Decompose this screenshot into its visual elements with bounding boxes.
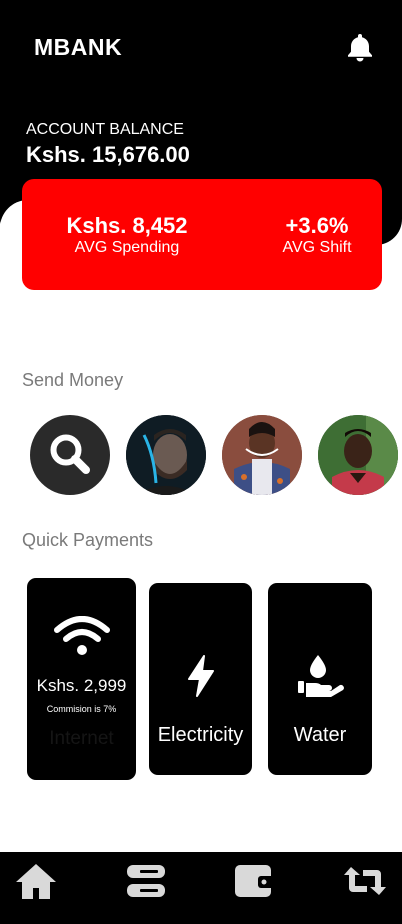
search-contact-button[interactable]: [30, 415, 110, 495]
cards-icon[interactable]: [124, 861, 168, 901]
water-label: Water: [293, 724, 347, 746]
internet-payment-card[interactable]: Kshs. 2,999 Commision is 7% Internet: [27, 578, 136, 780]
water-payment-card[interactable]: Water: [268, 583, 372, 775]
avg-spending-label: AVG Spending: [74, 239, 180, 256]
contact-avatar-2[interactable]: [222, 415, 302, 495]
avg-spending-stat: Kshs. 8,452 AVG Spending: [52, 213, 202, 257]
app-brand: MBANK: [34, 34, 123, 60]
person-photo: [318, 415, 398, 495]
send-money-title: Send Money: [22, 370, 124, 390]
avg-spending-value: Kshs. 8,452: [66, 213, 188, 238]
stats-card: Kshs. 8,452 AVG Spending +3.6% AVG Shift: [22, 179, 382, 290]
contact-avatar-1[interactable]: [126, 415, 206, 495]
water-hand-icon: [298, 655, 344, 697]
bottom-navigation: [0, 852, 402, 924]
person-photo: [126, 415, 206, 495]
avg-shift-label: AVG Shift: [282, 239, 352, 256]
transfer-icon[interactable]: [343, 861, 387, 901]
person-photo: [222, 415, 302, 495]
avg-shift-stat: +3.6% AVG Shift: [257, 213, 377, 257]
balance-label: ACCOUNT BALANCE: [26, 121, 184, 138]
internet-commission-note: Commision is 7%: [46, 704, 117, 714]
wallet-icon[interactable]: [232, 861, 276, 901]
bell-icon[interactable]: [346, 32, 374, 62]
electricity-payment-card[interactable]: Electricity: [149, 583, 252, 775]
avg-shift-value: +3.6%: [285, 213, 349, 238]
electricity-label: Electricity: [157, 724, 244, 746]
internet-amount: Kshs. 2,999: [36, 676, 127, 695]
contact-avatar-3[interactable]: [318, 415, 398, 495]
search-icon: [50, 434, 90, 474]
balance-value: Kshs. 15,676.00: [26, 142, 190, 167]
wifi-icon: [53, 616, 110, 655]
home-icon[interactable]: [14, 861, 58, 901]
lightning-icon: [187, 655, 214, 697]
quick-payments-title: Quick Payments: [22, 530, 154, 550]
internet-label: Internet: [49, 728, 114, 749]
